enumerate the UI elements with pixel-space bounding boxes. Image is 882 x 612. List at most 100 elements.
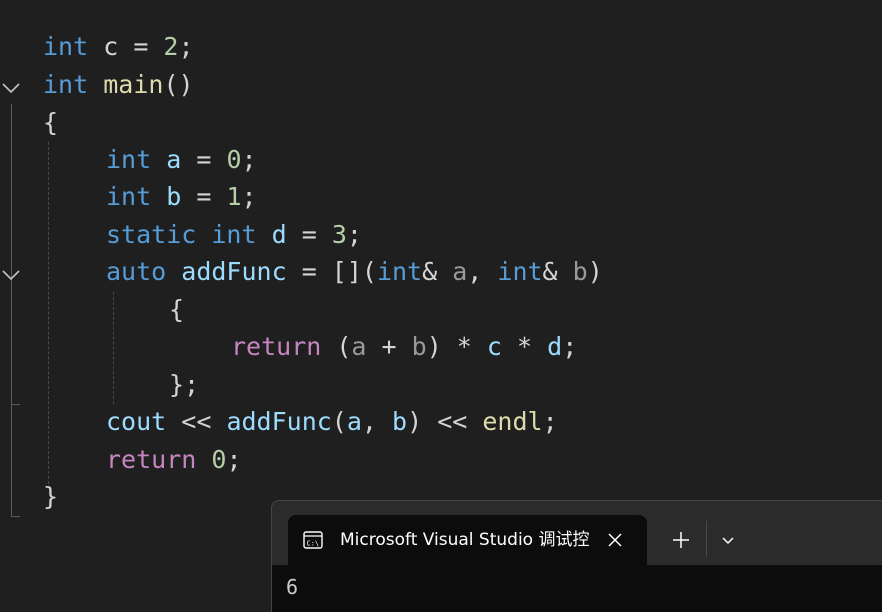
code-token: ) *	[426, 332, 487, 361]
tab-title: Microsoft Visual Studio 调试控	[340, 530, 590, 550]
code-token: int	[497, 257, 543, 286]
code-token: main	[103, 70, 164, 99]
code-token: c	[88, 32, 134, 61]
debug-console-window: C:\ Microsoft Visual Studio 调试控 6	[271, 500, 882, 612]
code-token: return	[231, 332, 322, 361]
code-line[interactable]: static int d = 3;	[106, 216, 362, 254]
code-token: ;	[542, 407, 558, 436]
code-token: a	[351, 332, 367, 361]
code-token: ()	[163, 70, 194, 99]
code-token: 2	[163, 32, 179, 61]
code-line[interactable]: int a = 0;	[106, 141, 257, 179]
code-token: b	[572, 257, 588, 286]
code-token: +	[366, 332, 412, 361]
indent-guide	[113, 292, 114, 404]
code-token: (	[331, 407, 347, 436]
code-token: ;	[241, 182, 257, 211]
code-token: 0	[226, 145, 242, 174]
code-token: = [](	[286, 257, 377, 286]
code-line[interactable]: {	[169, 291, 184, 329]
code-token: ;	[562, 332, 578, 361]
code-line[interactable]: };	[169, 366, 199, 404]
code-token: int	[211, 220, 257, 249]
code-line[interactable]: return (a + b) * c * d;	[231, 328, 577, 366]
code-token: ;	[346, 220, 362, 249]
code-token: ,	[467, 257, 498, 286]
code-line[interactable]: int main()	[43, 66, 194, 104]
code-line[interactable]: int b = 1;	[106, 178, 257, 216]
code-token: int	[106, 145, 152, 174]
code-token: };	[169, 370, 200, 399]
fold-chevron-icon[interactable]	[0, 76, 22, 98]
code-token: 1	[226, 182, 242, 211]
code-token: static	[106, 220, 197, 249]
code-token: addFunc	[226, 407, 332, 436]
code-token: cout	[106, 407, 167, 436]
indent-guide	[48, 142, 49, 484]
code-token: b	[392, 407, 408, 436]
code-token: ,	[361, 407, 393, 436]
terminal-output-area[interactable]: 6	[272, 565, 882, 612]
code-token: d	[547, 332, 563, 361]
code-token: endl	[482, 407, 543, 436]
toolbar-divider	[706, 521, 707, 557]
code-token: ;	[178, 32, 194, 61]
code-token: b	[411, 332, 427, 361]
code-token: 3	[331, 220, 347, 249]
svg-text:C:\: C:\	[307, 540, 320, 548]
code-token: int	[106, 182, 152, 211]
fold-chevron-icon[interactable]	[0, 263, 22, 285]
code-token: =	[181, 145, 227, 174]
terminal-tab[interactable]: C:\ Microsoft Visual Studio 调试控	[288, 515, 647, 565]
code-line[interactable]: cout << addFunc(a, b) << endl;	[106, 403, 558, 441]
code-token: *	[501, 332, 548, 361]
code-token: (	[321, 332, 352, 361]
bracket-guide	[11, 104, 12, 516]
console-icon: C:\	[303, 531, 323, 549]
chevron-down-icon[interactable]	[717, 529, 739, 551]
code-token: 0	[211, 445, 227, 474]
code-token: ;	[226, 445, 242, 474]
code-token: a	[452, 257, 468, 286]
code-token: int	[43, 32, 89, 61]
plus-icon[interactable]	[668, 527, 694, 553]
code-token: return	[106, 445, 197, 474]
code-token: &	[542, 257, 573, 286]
code-token: ;	[241, 145, 257, 174]
code-token: &	[422, 257, 453, 286]
bracket-guide-end	[11, 404, 20, 405]
code-line[interactable]: int c = 2;	[43, 28, 194, 66]
code-token: =	[133, 32, 164, 61]
code-token: int	[43, 70, 89, 99]
code-token: <<	[166, 407, 227, 436]
code-token: )	[587, 257, 603, 286]
code-token: d	[271, 220, 287, 249]
terminal-output: 6	[286, 575, 299, 599]
close-icon[interactable]	[604, 529, 626, 551]
code-token: int	[376, 257, 423, 286]
code-token: ) <<	[407, 407, 483, 436]
code-token: b	[166, 182, 182, 211]
code-token: }	[43, 482, 59, 511]
code-token: auto	[106, 257, 167, 286]
code-token: {	[169, 295, 185, 324]
code-token: a	[346, 407, 362, 436]
code-line[interactable]: {	[43, 104, 58, 142]
code-token: =	[181, 182, 227, 211]
code-token: {	[43, 108, 59, 137]
code-token: =	[286, 220, 332, 249]
code-token: a	[166, 145, 182, 174]
code-token: c	[486, 332, 502, 361]
bracket-guide-end	[11, 516, 20, 517]
code-line[interactable]: return 0;	[106, 441, 242, 479]
code-line[interactable]: auto addFunc = [](int& a, int& b)	[106, 253, 603, 291]
code-token: addFunc	[181, 257, 287, 286]
code-line[interactable]: }	[43, 478, 58, 516]
